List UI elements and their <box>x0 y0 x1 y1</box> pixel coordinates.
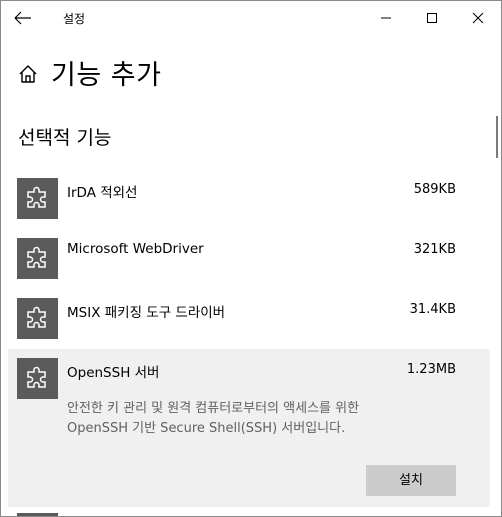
description-line-2: OpenSSH 기반 Secure Shell(SSH) 서버입니다. <box>67 421 346 436</box>
feature-item-openssh-server[interactable]: OpenSSH 서버 1.23MB 안전한 키 관리 및 원격 컴퓨터로부터의 … <box>8 349 490 507</box>
feature-item-msix[interactable]: MSIX 패키징 도구 드라이버 31.4KB <box>8 291 490 346</box>
feature-size: 321KB <box>413 242 456 257</box>
feature-item-webdriver[interactable]: Microsoft WebDriver 321KB <box>8 231 490 286</box>
feature-size: 589KB <box>413 182 456 197</box>
install-button[interactable]: 설치 <box>366 465 456 496</box>
feature-name: Microsoft WebDriver <box>67 241 204 257</box>
scrollbar-thumb[interactable] <box>496 116 498 158</box>
back-button[interactable] <box>11 7 37 29</box>
home-icon[interactable] <box>17 63 39 85</box>
puzzle-piece-icon <box>17 513 58 516</box>
feature-description: 안전한 키 관리 및 원격 컴퓨터로부터의 액세스를 위한 OpenSSH 기반… <box>67 399 447 439</box>
puzzle-piece-icon <box>17 298 58 339</box>
maximize-button[interactable] <box>409 1 455 33</box>
page-title: 기능 추가 <box>51 60 162 91</box>
settings-window: 설정 기능 추가 선택적 기능 IrDA 적외선 589KB Microsoft… <box>0 0 502 517</box>
description-line-1: 안전한 키 관리 및 원격 컴퓨터로부터의 액세스를 위한 <box>67 401 360 416</box>
close-icon <box>472 12 484 24</box>
feature-item-irda[interactable]: IrDA 적외선 589KB <box>8 171 490 226</box>
feature-size: 1.23MB <box>406 362 456 377</box>
feature-name: MSIX 패키징 도구 드라이버 <box>67 305 226 321</box>
back-arrow-icon <box>14 11 31 25</box>
maximize-icon <box>427 13 437 23</box>
feature-name: IrDA 적외선 <box>67 185 138 201</box>
section-title: 선택적 기능 <box>18 127 112 149</box>
feature-name: OpenSSH 서버 <box>67 365 160 381</box>
puzzle-piece-icon <box>17 178 58 219</box>
puzzle-piece-icon <box>17 358 58 399</box>
title-bar: 설정 <box>1 1 501 33</box>
feature-size: 31.4KB <box>409 302 456 317</box>
close-button[interactable] <box>455 1 501 33</box>
puzzle-piece-icon <box>17 238 58 279</box>
minimize-icon <box>381 17 391 19</box>
window-title: 설정 <box>63 12 86 26</box>
minimize-button[interactable] <box>363 1 409 33</box>
